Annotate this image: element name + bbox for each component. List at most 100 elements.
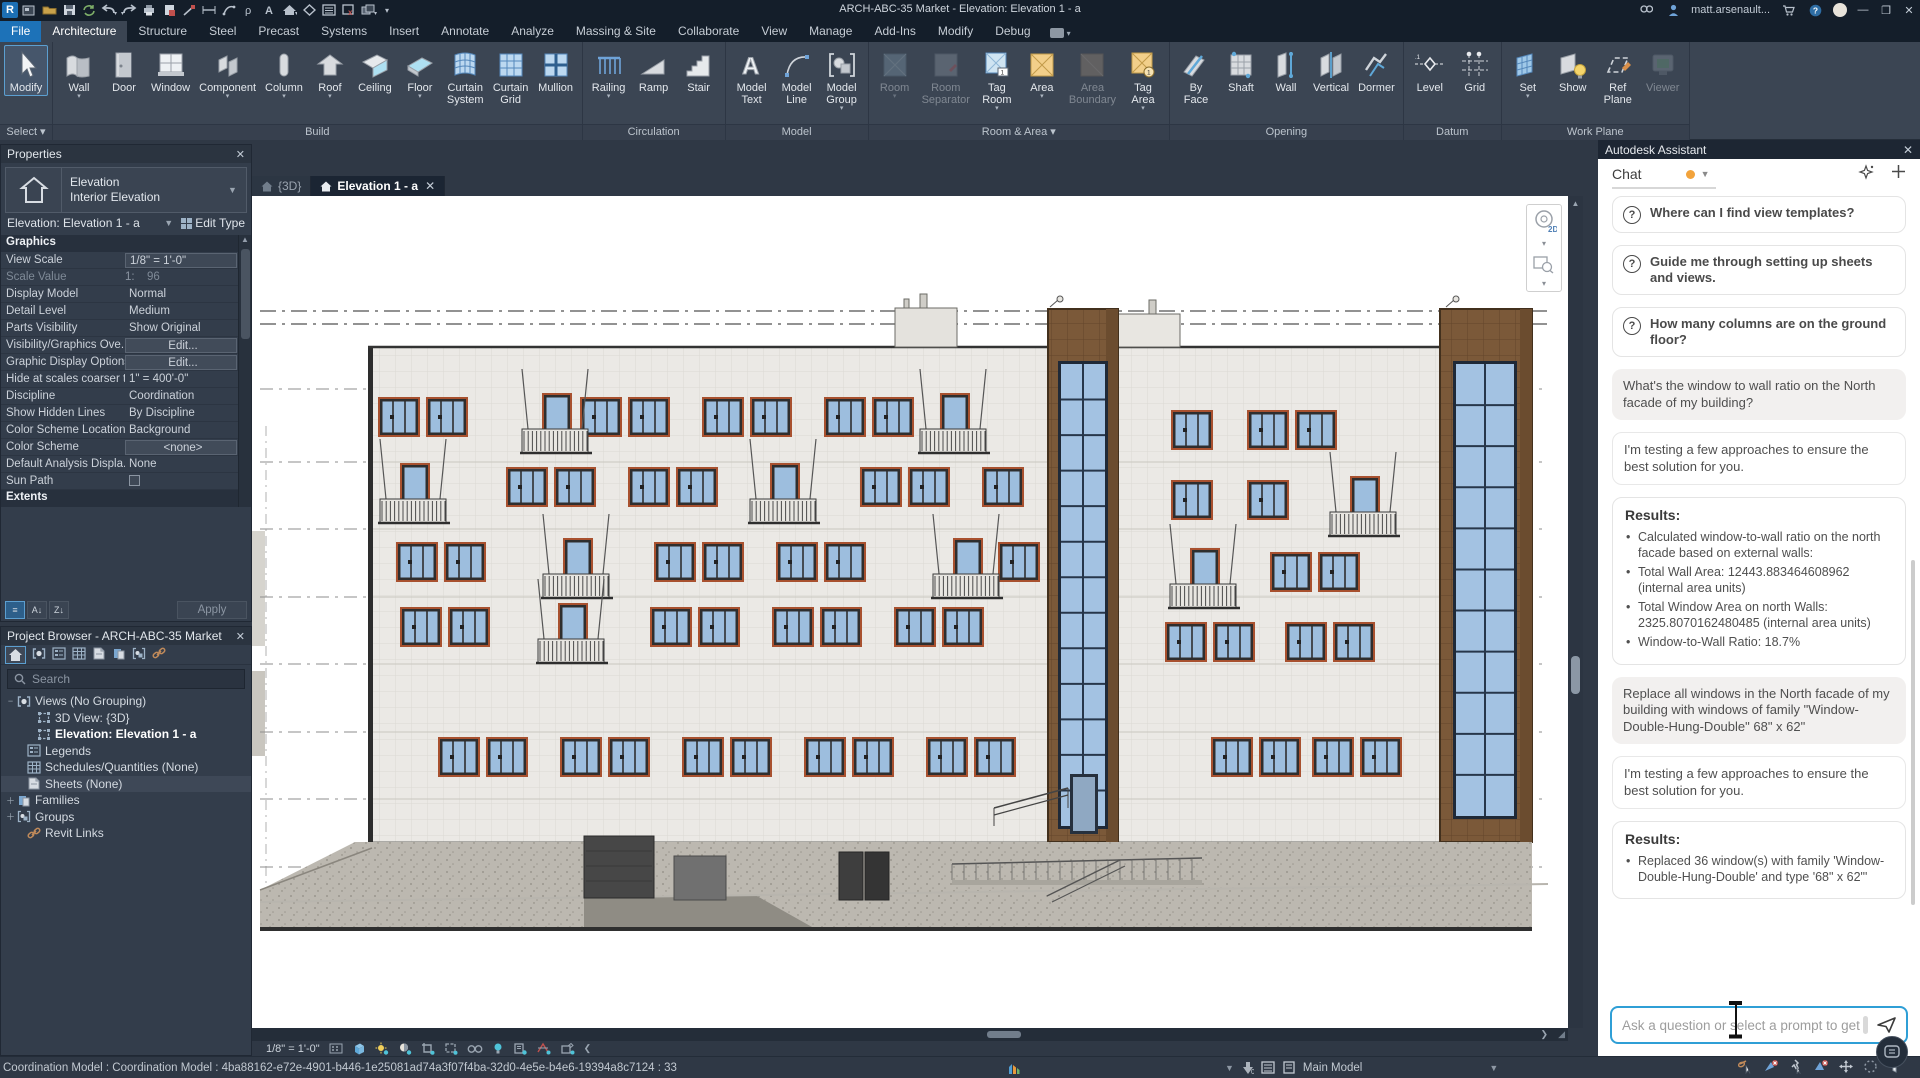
revit-logo[interactable]: R — [2, 2, 18, 18]
type-selector-dropdown-icon[interactable]: ▼ — [228, 185, 246, 195]
dotted-circle-icon[interactable] — [1863, 1059, 1878, 1077]
minimize-button[interactable]: — — [1856, 4, 1870, 16]
property-row-color-scheme-location[interactable]: Color Scheme LocationBackground — [1, 422, 251, 439]
ribbon-tab-insert[interactable]: Insert — [378, 21, 430, 42]
reveal-constraints-icon[interactable] — [536, 1042, 551, 1055]
property-row-show-hidden-lines[interactable]: Show Hidden LinesBy Discipline — [1, 405, 251, 422]
browser-search-input[interactable]: Search — [7, 669, 245, 689]
tree-item-sheets-none-[interactable]: Sheets (None) — [1, 776, 251, 793]
wheel-dropdown-icon[interactable]: ▾ — [1542, 240, 1546, 248]
chat-input[interactable] — [1622, 1018, 1863, 1033]
select-underlay-icon[interactable] — [1763, 1059, 1779, 1077]
chat-scrollbar[interactable] — [1911, 560, 1915, 905]
sort-default-button[interactable]: ≡ — [5, 601, 25, 619]
tree-item-schedules-quantities-none-[interactable]: Schedules/Quantities (None) — [1, 759, 251, 776]
close-hidden-icon[interactable]: x — [340, 2, 358, 18]
property-row-hide-at-scales-coarser-t-[interactable]: Hide at scales coarser t...1" = 400'-0" — [1, 371, 251, 388]
ribbon-tab-analyze[interactable]: Analyze — [500, 21, 565, 42]
tree-item-legends[interactable]: Legends — [1, 743, 251, 760]
temporary-view-props-icon[interactable] — [513, 1042, 527, 1055]
shaft-button[interactable]: Shaft — [1219, 45, 1263, 96]
sheets-icon[interactable] — [92, 647, 106, 663]
ceiling-button[interactable]: Ceiling — [353, 45, 397, 96]
print-icon[interactable] — [140, 2, 158, 18]
instance-dropdown-icon[interactable]: ▼ — [164, 218, 173, 228]
select-face-icon[interactable] — [1813, 1059, 1829, 1077]
sun-path-icon[interactable] — [375, 1042, 389, 1055]
maximize-button[interactable]: ❐ — [1879, 4, 1893, 17]
by-face-button[interactable]: By Face — [1174, 45, 1218, 108]
ribbon-tab-manage[interactable]: Manage — [798, 21, 863, 42]
sheet-list-icon[interactable] — [320, 2, 338, 18]
type-selector[interactable]: ElevationInterior Elevation ▼ — [5, 167, 247, 213]
redo-icon[interactable]: ▾ — [120, 2, 138, 18]
model-text-button[interactable]: AModel Text — [730, 45, 774, 108]
chat-tab[interactable]: Chat — [1612, 166, 1695, 182]
view-tab-elevation-1-a[interactable]: Elevation 1 - a✕ — [311, 176, 445, 196]
area-button[interactable]: Area▾ — [1020, 45, 1064, 102]
section-icon[interactable] — [300, 2, 318, 18]
worksets-dropdown-icon[interactable]: ▼ — [1225, 1063, 1234, 1073]
ribbon-tab-add-ins[interactable]: Add-Ins — [863, 21, 926, 42]
ribbon-tab-file[interactable]: File — [0, 21, 41, 42]
chat-dropdown-icon[interactable]: ▼ — [1701, 169, 1710, 179]
property-row-parts-visibility[interactable]: Parts VisibilityShow Original — [1, 320, 251, 337]
qat-customize-icon[interactable]: ▾ — [380, 2, 398, 18]
navigation-bar[interactable]: 2D ▾ ▾ — [1526, 204, 1562, 292]
project-browser-close-icon[interactable]: ✕ — [236, 630, 245, 643]
view-tab--3d-[interactable]: {3D} — [252, 176, 311, 196]
user-icon[interactable] — [1664, 2, 1682, 18]
section-extents[interactable]: Extents▼ — [1, 490, 251, 507]
mullion-button[interactable]: Mullion — [534, 45, 578, 96]
property-row-default-analysis-displa-[interactable]: Default Analysis Displa...None — [1, 456, 251, 473]
text-icon[interactable]: A — [260, 2, 278, 18]
collaboration-icon[interactable] — [1005, 1061, 1021, 1075]
crop-region-icon[interactable] — [444, 1042, 458, 1055]
door-button[interactable]: Door — [102, 45, 146, 96]
view-scale-control[interactable]: 1/8" = 1'-0" — [266, 1043, 320, 1055]
account-avatar[interactable] — [1833, 3, 1847, 17]
properties-close-icon[interactable]: ✕ — [236, 148, 245, 161]
schedules-icon[interactable] — [72, 647, 86, 663]
dimension-icon[interactable] — [200, 2, 218, 18]
project-icon[interactable] — [20, 2, 38, 18]
horizontal-scrollbar[interactable]: ❯◢ — [252, 1028, 1568, 1041]
home-view-icon[interactable]: ▾ — [280, 2, 298, 18]
property-row-discipline[interactable]: DisciplineCoordination — [1, 388, 251, 405]
worksets-icon[interactable] — [1261, 1061, 1275, 1074]
select-links-icon[interactable] — [1738, 1059, 1754, 1077]
collapse-icon[interactable]: − — [5, 696, 16, 706]
views-icon[interactable] — [32, 647, 46, 663]
viewbar-collapse-icon[interactable]: ❮ — [584, 1043, 592, 1054]
apply-button[interactable]: Apply — [177, 601, 247, 619]
tree-item-elevation-elevation-1-a[interactable]: Elevation: Elevation 1 - a — [1, 726, 251, 743]
visual-style-icon[interactable] — [352, 1042, 366, 1055]
property-row-graphic-display-options[interactable]: Graphic Display OptionsEdit... — [1, 354, 251, 371]
ribbon-tab-annotate[interactable]: Annotate — [430, 21, 500, 42]
suggestion-card[interactable]: ?How many columns are on the ground floo… — [1612, 307, 1906, 357]
vertical-scrollbar[interactable]: ▲ — [1568, 196, 1583, 1028]
displaced-elements-icon[interactable] — [560, 1042, 575, 1055]
ribbon-tab-precast[interactable]: Precast — [247, 21, 310, 42]
zoom-dropdown-icon[interactable]: ▾ — [1542, 280, 1546, 288]
property-row-display-model[interactable]: Display ModelNormal — [1, 286, 251, 303]
ribbon-tab-view[interactable]: View — [750, 21, 798, 42]
switch-windows-icon[interactable]: ▾ — [360, 2, 378, 18]
temporary-hide-icon[interactable] — [492, 1042, 504, 1055]
ribbon-tab-steel[interactable]: Steel — [198, 21, 247, 42]
railing-button[interactable]: Railing▾ — [587, 45, 631, 102]
signed-in-user[interactable]: matt.arsenault... — [1691, 4, 1770, 16]
sort-descending-button[interactable]: Z↓ — [49, 601, 69, 619]
rho-icon[interactable]: ρ — [240, 2, 258, 18]
section-graphics[interactable]: Graphics▲ — [1, 235, 251, 252]
ribbon-tab-debug[interactable]: Debug — [984, 21, 1041, 42]
help-icon[interactable]: ? — [1806, 2, 1824, 18]
property-row-color-scheme[interactable]: Color Scheme<none> — [1, 439, 251, 456]
tree-item-views-no-grouping-[interactable]: −Views (No Grouping) — [1, 693, 251, 710]
tree-item-revit-links[interactable]: Revit Links — [1, 825, 251, 842]
show-button[interactable]: Show — [1551, 45, 1595, 96]
floor-button[interactable]: Floor▾ — [398, 45, 442, 102]
tree-item-3d-view-3d-[interactable]: 3D View: {3D} — [1, 710, 251, 727]
model-line-button[interactable]: Model Line — [775, 45, 819, 108]
send-icon[interactable] — [1876, 1016, 1898, 1034]
